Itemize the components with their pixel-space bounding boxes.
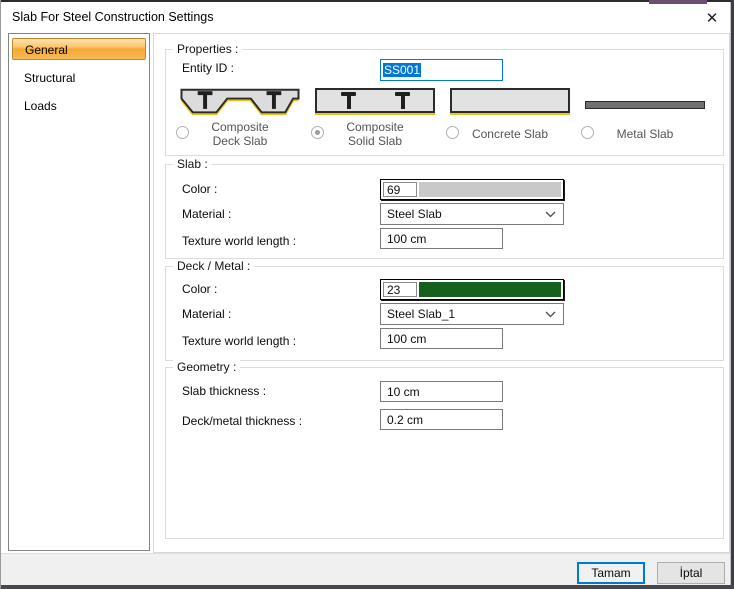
deck-color-label: Color : bbox=[182, 282, 217, 296]
deck-texture-length-label: Texture world length : bbox=[182, 334, 296, 348]
deck-color-button[interactable]: 23 bbox=[380, 279, 564, 300]
sidebar: General Structural Loads bbox=[8, 33, 150, 551]
shear-stud-icon bbox=[395, 92, 410, 109]
geometry-group-label: Geometry : bbox=[173, 360, 240, 374]
dialog-window: Slab For Steel Construction Settings ✕ G… bbox=[0, 0, 734, 589]
slab-texture-length-input[interactable] bbox=[380, 228, 503, 249]
entity-id-input[interactable]: SS001 bbox=[380, 59, 503, 81]
chevron-down-icon bbox=[545, 211, 556, 218]
slab-color-label: Color : bbox=[182, 182, 217, 196]
window-bottom-edge bbox=[1, 585, 734, 589]
chevron-down-icon bbox=[545, 311, 556, 318]
slab-material-label: Material : bbox=[182, 207, 231, 221]
concrete-slab-label[interactable]: Concrete Slab bbox=[446, 120, 574, 148]
deck-metal-thickness-input[interactable] bbox=[380, 409, 503, 430]
slab-group-label: Slab : bbox=[173, 157, 212, 171]
cancel-button[interactable]: İptal bbox=[657, 562, 725, 584]
slab-color-swatch bbox=[419, 182, 561, 197]
sidebar-item-label: Structural bbox=[24, 71, 75, 85]
slab-thickness-input[interactable] bbox=[380, 381, 503, 402]
close-button[interactable]: ✕ bbox=[701, 7, 723, 29]
metal-slab-image[interactable] bbox=[585, 101, 705, 109]
deck-texture-length-input[interactable] bbox=[380, 328, 503, 349]
slab-texture-length-label: Texture world length : bbox=[182, 234, 296, 248]
sidebar-item-structural[interactable]: Structural bbox=[12, 67, 146, 89]
deck-metal-thickness-label: Deck/metal thickness : bbox=[182, 414, 302, 428]
composite-deck-slab-image[interactable] bbox=[180, 88, 300, 116]
titlebar: Slab For Steel Construction Settings ✕ bbox=[2, 2, 732, 33]
composite-deck-slab-label[interactable]: Composite Deck Slab bbox=[176, 120, 304, 148]
deck-material-dropdown[interactable]: Steel Slab_1 bbox=[380, 303, 564, 325]
slab-thickness-label: Slab thickness : bbox=[182, 384, 266, 398]
main-panel: Properties : Entity ID : SS001 Composite… bbox=[153, 33, 730, 553]
footer-bar: Tamam İptal bbox=[1, 553, 734, 585]
sidebar-item-loads[interactable]: Loads bbox=[12, 95, 146, 117]
deck-color-number: 23 bbox=[383, 282, 417, 297]
slab-color-button[interactable]: 69 bbox=[380, 179, 564, 200]
entity-id-label: Entity ID : bbox=[182, 61, 234, 75]
entity-id-selected-text: SS001 bbox=[383, 63, 421, 77]
window-title: Slab For Steel Construction Settings bbox=[12, 10, 214, 24]
slab-material-value: Steel Slab bbox=[387, 207, 442, 221]
ok-button[interactable]: Tamam bbox=[577, 562, 645, 584]
deck-material-label: Material : bbox=[182, 307, 231, 321]
close-icon: ✕ bbox=[706, 9, 719, 27]
deck-material-value: Steel Slab_1 bbox=[387, 307, 455, 321]
composite-solid-slab-image[interactable] bbox=[315, 88, 435, 113]
metal-slab-label[interactable]: Metal Slab bbox=[581, 120, 709, 148]
window-top-edge bbox=[1, 0, 734, 2]
sidebar-item-general[interactable]: General bbox=[12, 38, 146, 60]
composite-solid-slab-label[interactable]: Composite Solid Slab bbox=[311, 120, 439, 148]
deck-metal-group-label: Deck / Metal : bbox=[173, 259, 254, 273]
deck-color-swatch bbox=[419, 282, 561, 297]
shear-stud-icon bbox=[341, 92, 356, 109]
slab-material-dropdown[interactable]: Steel Slab bbox=[380, 203, 564, 225]
sidebar-item-label: Loads bbox=[24, 99, 57, 113]
sidebar-item-label: General bbox=[25, 43, 68, 57]
concrete-slab-image[interactable] bbox=[450, 88, 570, 113]
window-top-edge-accent bbox=[649, 0, 707, 4]
slab-color-number: 69 bbox=[383, 182, 417, 197]
properties-group-label: Properties : bbox=[173, 42, 242, 56]
